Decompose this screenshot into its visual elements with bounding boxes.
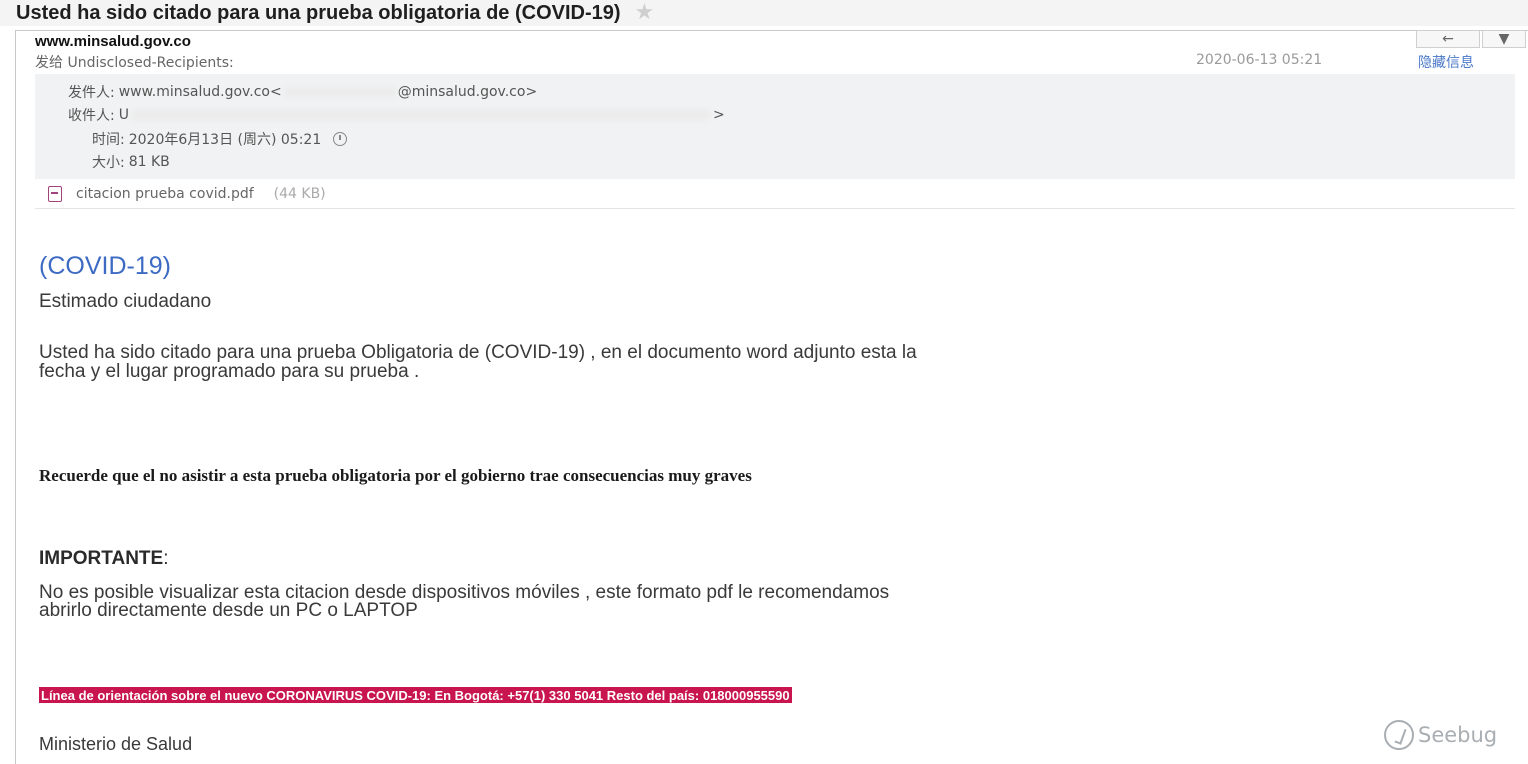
size-label: 大小: [92, 155, 125, 171]
email-viewer: Usted ha sido citado para una prueba obl… [0, 0, 1528, 764]
watermark-text: Seebug [1418, 723, 1498, 747]
redacted-block [130, 109, 711, 121]
size-value: 81 KB [128, 154, 170, 170]
to-address-prefix: U [118, 107, 129, 123]
to-label: 收件人: [68, 108, 115, 124]
paragraph-line: abrirlo directamente desde un PC o LAPTO… [39, 600, 418, 621]
more-options-button[interactable]: ▼ [1482, 30, 1526, 48]
from-address-suffix: @minsalud.gov.co> [397, 84, 538, 100]
reply-arrow-icon: ← [1442, 31, 1454, 47]
body-heading: (COVID-19) [39, 252, 171, 280]
reply-button[interactable]: ← [1416, 30, 1480, 48]
time-row: 时间: 2020年6月13日 (周六) 05:21 [92, 129, 348, 149]
attachment-size: (44 KB) [273, 186, 326, 202]
important-colon: : [163, 548, 169, 569]
paragraph-line: Usted ha sido citado para una prueba Obl… [39, 342, 917, 363]
seebug-watermark: Seebug [1384, 720, 1497, 750]
body-paragraph-1: Usted ha sido citado para una prueba Obl… [39, 343, 917, 381]
sender-name[interactable]: www.minsalud.gov.co [35, 33, 191, 50]
subject-bar: Usted ha sido citado para una prueba obl… [0, 0, 1528, 26]
redacted-block [283, 86, 396, 98]
email-subject: Usted ha sido citado para una prueba obl… [16, 1, 621, 24]
from-row: 发件人: www.minsalud.gov.co< @minsalud.gov.… [68, 82, 537, 102]
hide-info-link[interactable]: 隐藏信息 [1418, 52, 1474, 72]
clock-icon[interactable] [333, 132, 348, 146]
time-label: 时间: [92, 132, 125, 148]
signature: Ministerio de Salud [39, 734, 193, 754]
important-heading: IMPORTANTE: [39, 548, 168, 570]
divider [35, 208, 1515, 209]
from-address-prefix: www.minsalud.gov.co< [118, 84, 282, 100]
from-label: 发件人: [68, 85, 115, 101]
recipients-line: 发给 Undisclosed-Recipients: [35, 55, 234, 71]
body-warning: Recuerde que el no asistir a esta prueba… [39, 466, 752, 485]
paragraph-line: fecha y el lugar programado para su prue… [39, 361, 420, 382]
pdf-file-icon [48, 186, 62, 202]
time-value: 2020年6月13日 (周六) 05:21 [128, 132, 322, 148]
body-greeting: Estimado ciudadano [39, 291, 212, 312]
email-date: 2020-06-13 05:21 [1196, 52, 1323, 68]
chevron-down-icon: ▼ [1498, 31, 1510, 47]
star-icon[interactable]: ★ [635, 2, 655, 24]
body-paragraph-2: No es posible visualizar esta citacion d… [39, 583, 889, 621]
hotline-banner: Línea de orientación sobre el nuevo CORO… [39, 687, 792, 703]
attachment-row[interactable]: citacion prueba covid.pdf (44 KB) [48, 184, 326, 204]
size-row: 大小: 81 KB [92, 152, 170, 172]
attachment-name[interactable]: citacion prueba covid.pdf [76, 186, 254, 202]
important-label: IMPORTANTE [39, 548, 164, 569]
to-address-suffix: > [712, 107, 725, 123]
seebug-logo-icon [1384, 720, 1414, 750]
to-row: 收件人: U > [68, 105, 725, 125]
